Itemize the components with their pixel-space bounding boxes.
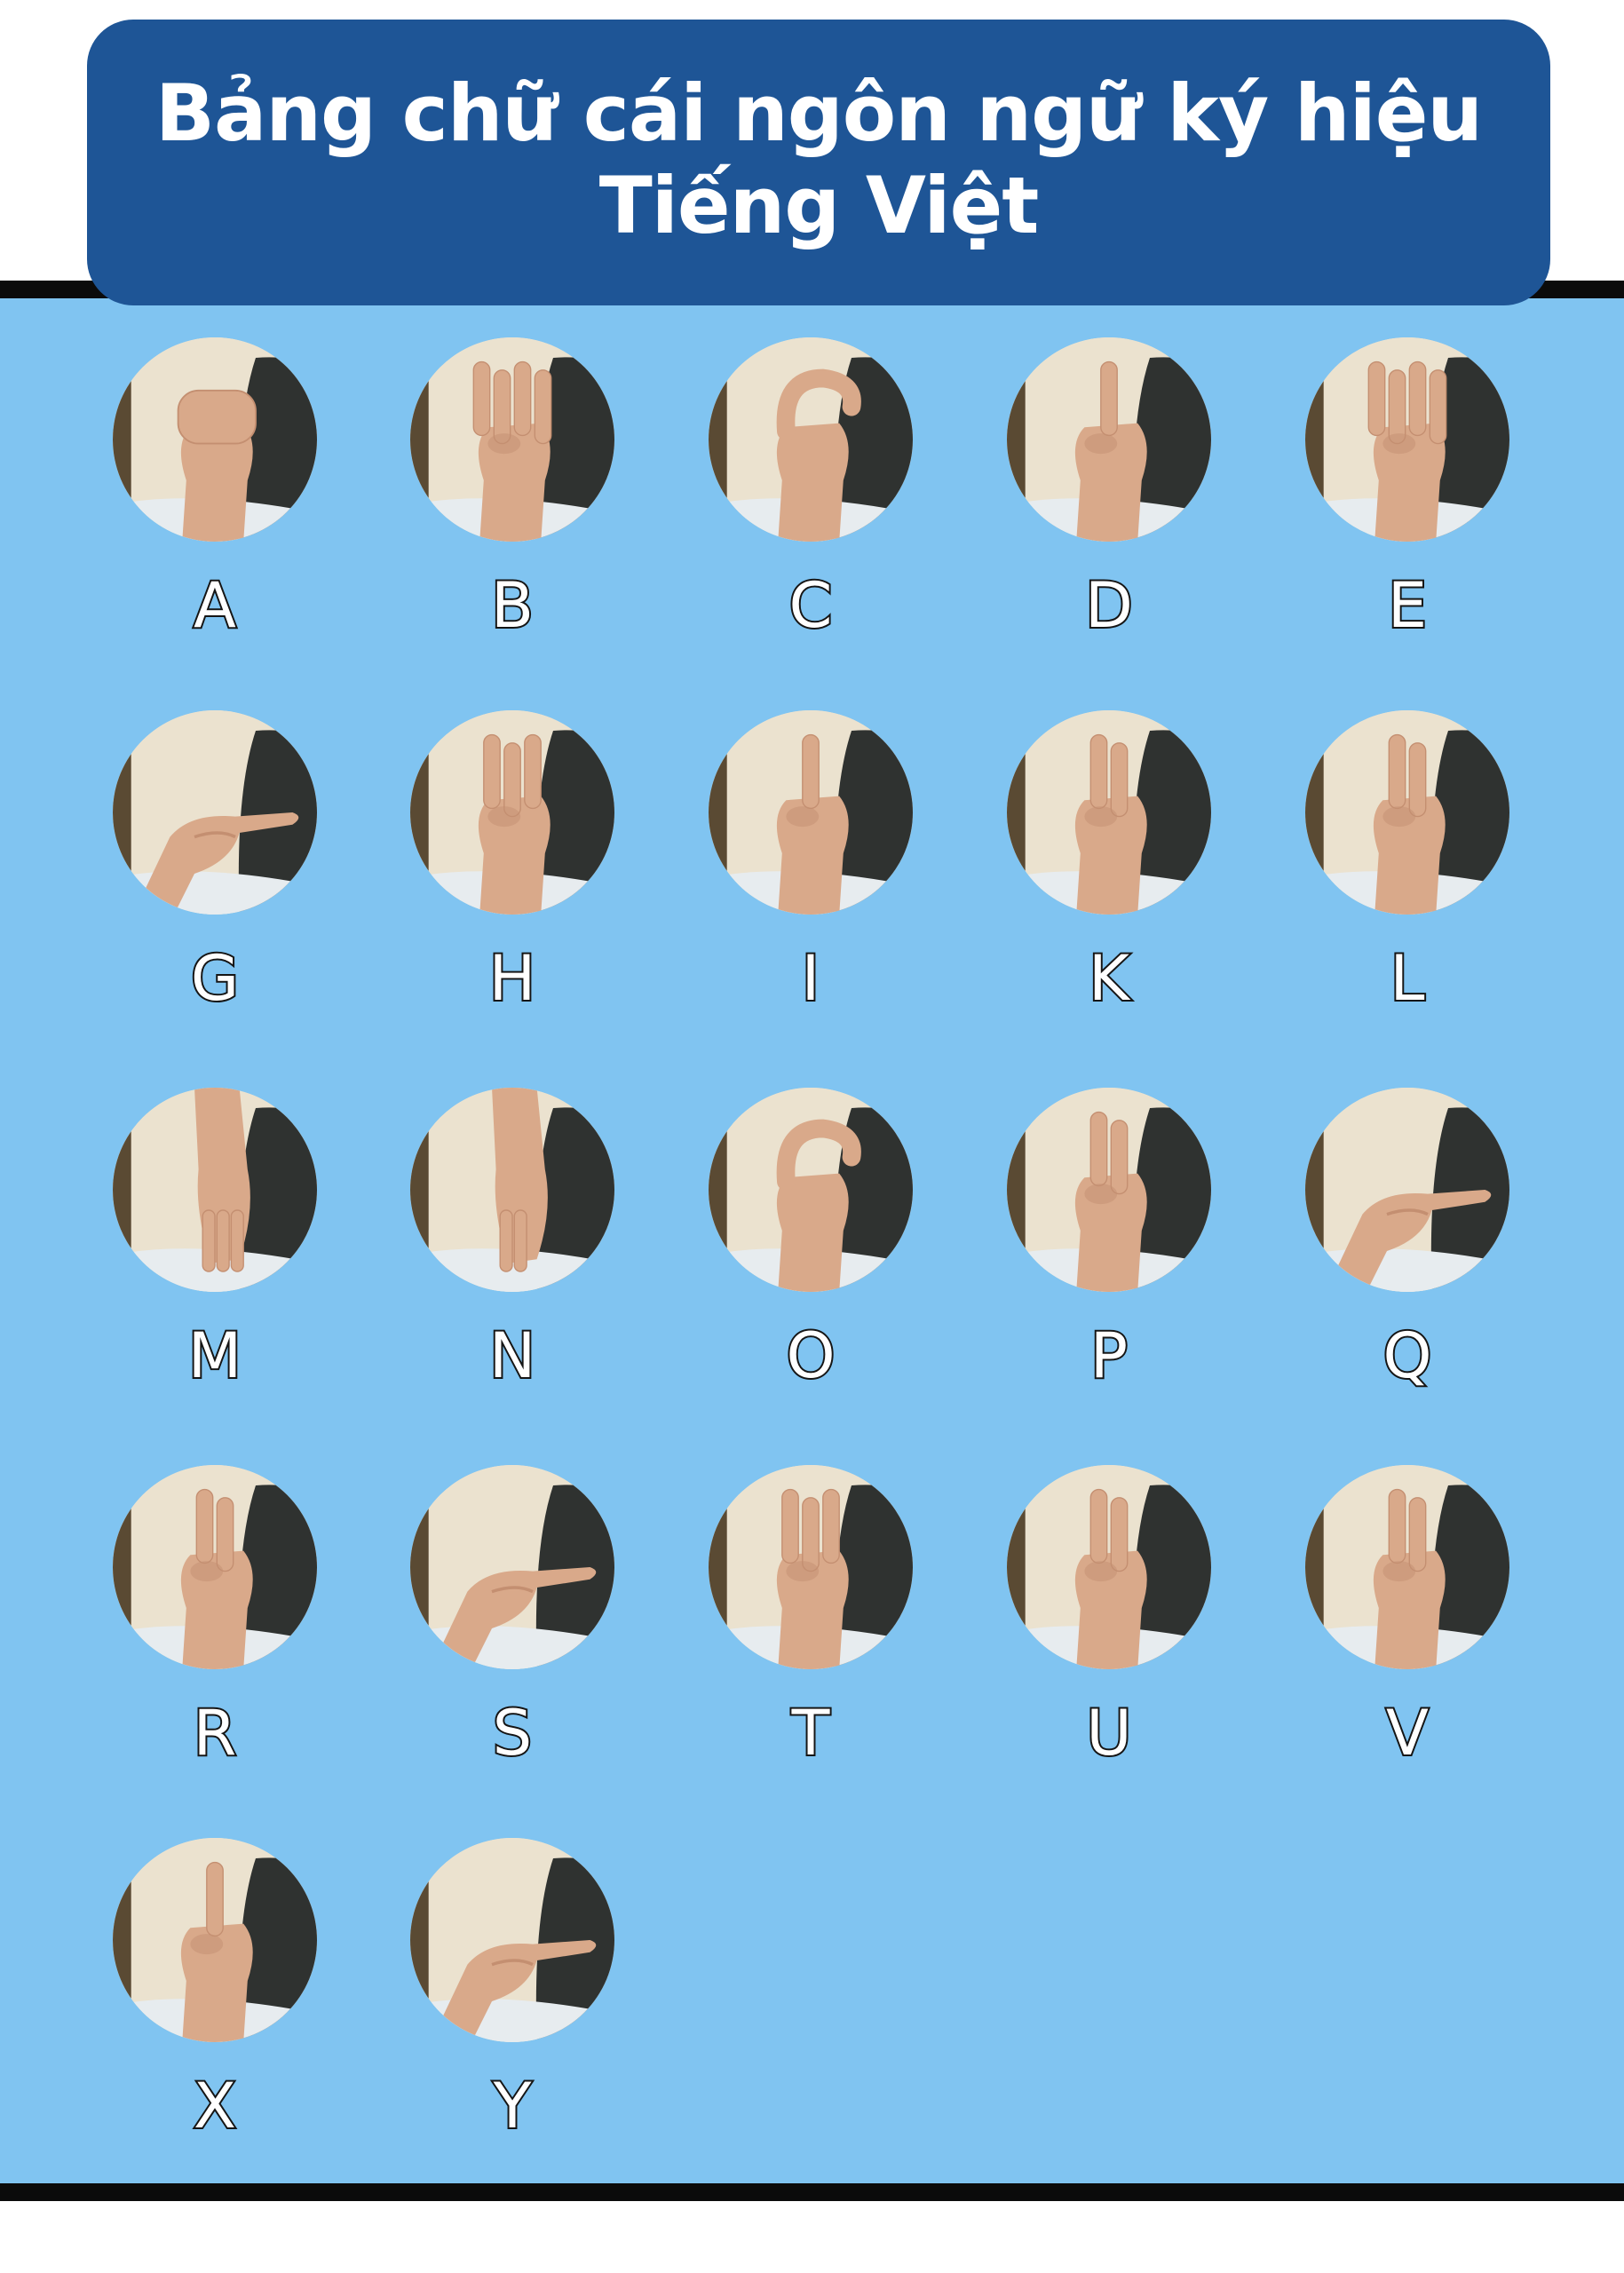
sign-photo-b [410, 337, 614, 542]
sign-photo-v [1305, 1465, 1509, 1669]
sign-photo-r [113, 1465, 317, 1669]
sign-card-k: K [1004, 710, 1214, 1016]
title-line-2: Tiếng Việt [598, 160, 1040, 251]
sign-letter-u: U [1084, 1696, 1133, 1770]
sign-letter-i: I [800, 941, 822, 1016]
sign-letter-k: K [1087, 941, 1131, 1016]
sign-card-x: X [110, 1838, 320, 2143]
sign-photo-p [1007, 1088, 1211, 1292]
sign-card-u: U [1004, 1465, 1214, 1770]
sign-photo-q [1305, 1088, 1509, 1292]
sign-card-a: A [110, 337, 320, 643]
sign-card-e: E [1303, 337, 1512, 643]
sign-letter-p: P [1089, 1319, 1129, 1393]
sign-card-p: P [1004, 1088, 1214, 1393]
sign-letter-r: R [192, 1696, 239, 1770]
sign-card-i: I [706, 710, 915, 1016]
sign-card-q: Q [1303, 1088, 1512, 1393]
sign-photo-i [709, 710, 913, 915]
title-banner: Bảng chữ cái ngôn ngữ ký hiệu Tiếng Việt [87, 20, 1550, 305]
sign-photo-e [1305, 337, 1509, 542]
sign-photo-n [410, 1088, 614, 1292]
sign-letter-c: C [788, 568, 835, 643]
sign-letter-v: V [1384, 1696, 1430, 1770]
sign-card-o: O [706, 1088, 915, 1393]
sign-letter-a: A [192, 568, 238, 643]
sign-photo-o [709, 1088, 913, 1292]
sign-card-g: G [110, 710, 320, 1016]
sign-letter-y: Y [492, 2069, 534, 2143]
sign-photo-k [1007, 710, 1211, 915]
sign-card-v: V [1303, 1465, 1512, 1770]
sign-letter-g: G [189, 941, 241, 1016]
sign-letter-h: H [487, 941, 538, 1016]
sign-card-h: H [408, 710, 617, 1016]
sign-card-m: M [110, 1088, 320, 1393]
sign-letter-m: M [186, 1319, 243, 1393]
sign-letter-o: O [784, 1319, 836, 1393]
sign-card-d: D [1004, 337, 1214, 643]
sign-letter-b: B [489, 568, 535, 643]
sign-letter-e: E [1386, 568, 1429, 643]
sign-photo-a [113, 337, 317, 542]
sign-card-r: R [110, 1465, 320, 1770]
title-line-1: Bảng chữ cái ngôn ngữ ký hiệu [154, 67, 1483, 159]
sign-card-c: C [706, 337, 915, 643]
sign-letter-t: T [790, 1696, 832, 1770]
sign-photo-s [410, 1465, 614, 1669]
sign-photo-x [113, 1838, 317, 2042]
sign-letter-d: D [1083, 568, 1135, 643]
bottom-divider [0, 2183, 1624, 2201]
sign-photo-t [709, 1465, 913, 1669]
sign-photo-c [709, 337, 913, 542]
sign-photo-h [410, 710, 614, 915]
sign-photo-u [1007, 1465, 1211, 1669]
sign-card-n: N [408, 1088, 617, 1393]
sign-photo-l [1305, 710, 1509, 915]
sign-letter-s: S [491, 1696, 534, 1770]
sign-letter-q: Q [1381, 1319, 1433, 1393]
sign-card-t: T [706, 1465, 915, 1770]
sign-letter-l: L [1389, 941, 1427, 1016]
sign-letter-n: N [487, 1319, 537, 1393]
sign-photo-g [113, 710, 317, 915]
sign-letter-x: X [192, 2069, 238, 2143]
sign-photo-y [410, 1838, 614, 2042]
sign-card-y: Y [408, 1838, 617, 2143]
sign-card-b: B [408, 337, 617, 643]
sign-photo-d [1007, 337, 1211, 542]
sign-card-s: S [408, 1465, 617, 1770]
sign-card-l: L [1303, 710, 1512, 1016]
sign-photo-m [113, 1088, 317, 1292]
